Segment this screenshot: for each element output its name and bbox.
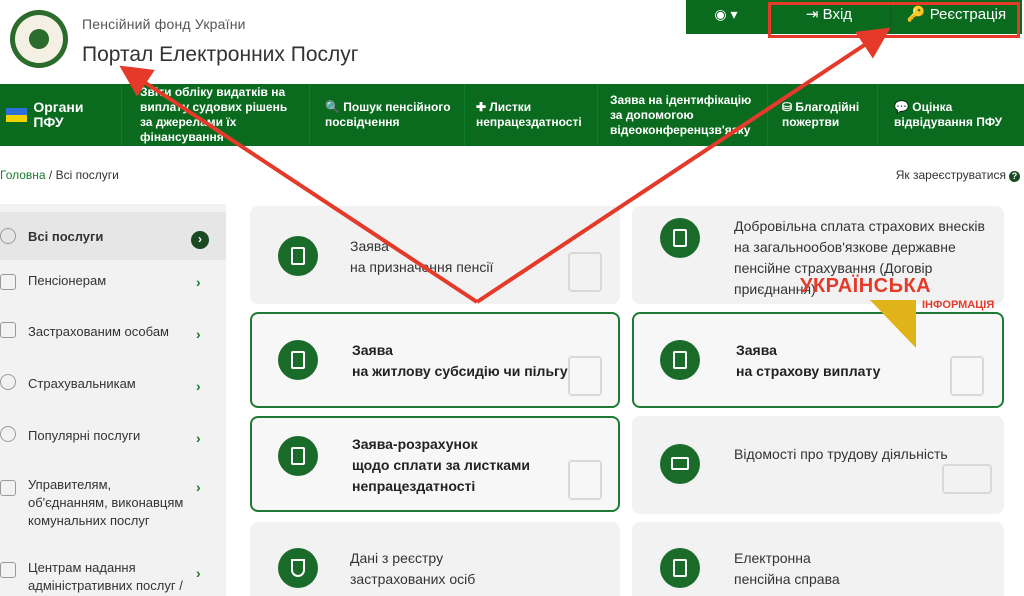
page: Пенсійний фонд України Портал Електронни… xyxy=(0,0,1024,596)
annotation-arrows xyxy=(119,27,891,304)
arrow-to-portal-title xyxy=(119,65,479,304)
arrow-to-register xyxy=(475,27,891,304)
